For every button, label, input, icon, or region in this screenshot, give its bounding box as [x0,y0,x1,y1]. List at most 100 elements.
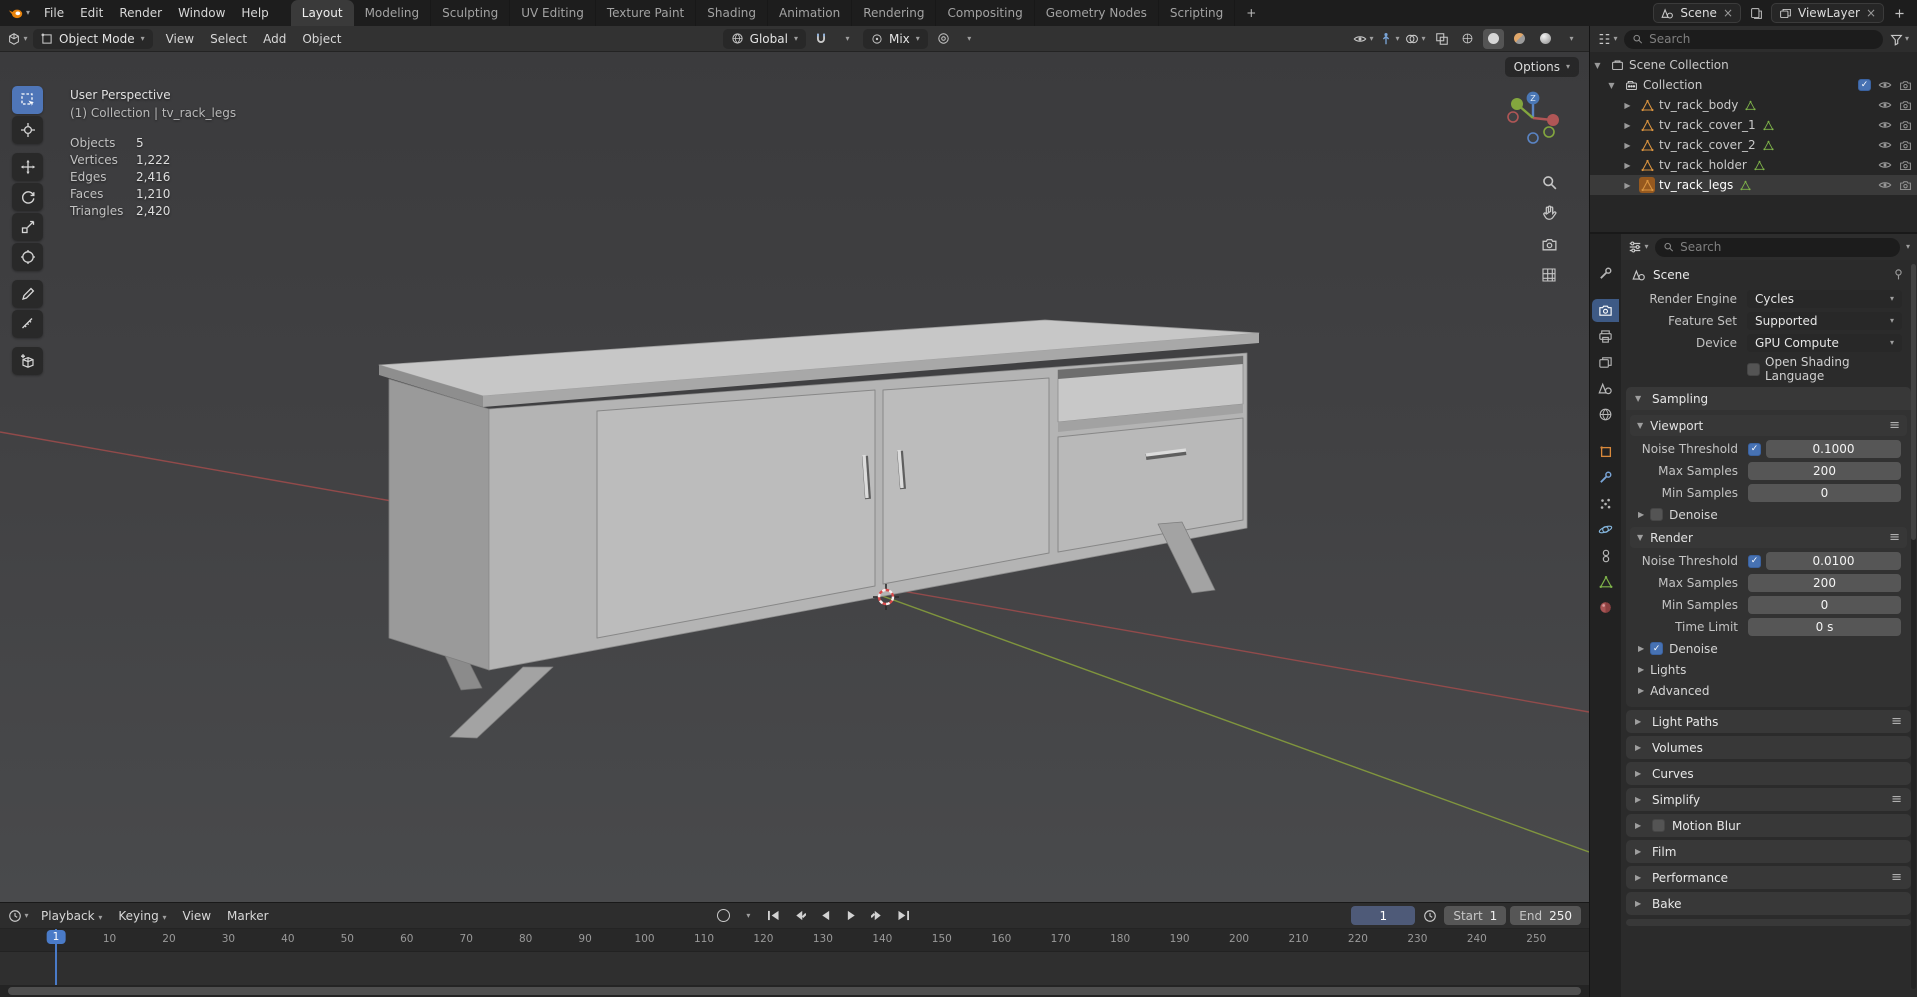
tool-scale[interactable] [12,213,43,241]
viewport-menu-item[interactable]: Select [202,29,255,49]
clock-icon-button[interactable] [1419,906,1440,926]
noise-threshold-field[interactable]: 0.0100 [1766,552,1901,570]
disable-render-camera-icon[interactable] [1899,179,1912,192]
feature-set-dropdown[interactable]: Supported ▾ [1747,312,1902,330]
pin-icon[interactable] [1892,268,1905,281]
options-dropdown[interactable]: Options ▾ [1504,57,1579,77]
panel-menu-icon[interactable]: ≡ [1889,531,1900,544]
hide-viewport-eye-icon[interactable] [1878,98,1892,112]
tool-rotate[interactable] [12,183,43,211]
workspace-tab[interactable]: Layout [290,0,354,26]
hide-viewport-eye-icon[interactable] [1878,158,1892,172]
timeline-ruler[interactable]: 10 20 30 40 50 60 70 80 90 100 110 120 130 140 150 160 1… [0,929,1589,952]
collapsed-panel-header[interactable]: ▶ Bake [1626,892,1911,915]
shading-wireframe-button[interactable] [1457,29,1478,49]
outliner-object-row[interactable]: ▶ tv_rack_legs [1590,175,1917,195]
hide-viewport-eye-icon[interactable] [1878,118,1892,132]
add-workspace-button[interactable]: + [1237,6,1265,20]
tab-world[interactable] [1592,403,1619,426]
tool-measure[interactable] [12,310,43,338]
collapsed-panel-header[interactable]: ▶ Simplify ≡ [1626,788,1911,811]
menubar-item[interactable]: Render [111,3,170,23]
navigation-gizmo[interactable]: Z [1501,86,1565,150]
panel-sampling-header[interactable]: ▼ Sampling [1626,387,1911,410]
chevron-down-icon[interactable]: ▾ [1906,243,1910,251]
workspace-tab[interactable]: Animation [768,0,853,26]
viewport-menu-item[interactable]: Add [255,29,294,49]
expand-arrow-icon[interactable]: ▼ [1590,61,1605,70]
viewport-menu-item[interactable]: View [158,29,202,49]
gizmo-y-negative[interactable] [1543,126,1555,138]
frame-end-field[interactable]: End 250 [1510,906,1582,925]
workspace-tab[interactable]: Texture Paint [596,0,697,26]
timeline-scrollbar-thumb[interactable] [8,987,1581,995]
timeline-menu-item[interactable]: View [175,906,219,926]
collapsed-panel-header[interactable]: ▶ Motion Blur [1626,814,1911,837]
gizmo-z-negative[interactable] [1527,132,1539,144]
shading-dropdown[interactable]: ▾ [1561,29,1582,49]
tv-rack-model[interactable] [378,319,1260,739]
jump-to-end-button[interactable] [893,906,915,926]
zoom-tool-button[interactable] [1537,170,1561,194]
menubar-item[interactable]: Window [170,3,233,23]
noise-threshold-checkbox[interactable]: ✓ [1748,442,1761,456]
timeline-menu-item[interactable]: Keying ▾ [110,906,174,926]
tab-output[interactable] [1592,325,1619,348]
xray-toggle-button[interactable] [1431,29,1452,49]
render-engine-dropdown[interactable]: Cycles ▾ [1747,290,1902,308]
outliner-filter-button[interactable]: ▾ [1889,29,1910,49]
workspace-tab[interactable]: UV Editing [510,0,596,26]
subpanel-render-header[interactable]: ▼ Render ≡ [1630,527,1907,548]
play-button[interactable] [841,906,863,926]
max-samples-field[interactable]: 200 [1748,462,1901,480]
tab-render[interactable] [1592,299,1619,322]
tool-transform[interactable] [12,243,43,271]
panel-menu-icon[interactable]: ≡ [1891,871,1902,884]
proportional-editing-button[interactable] [933,29,954,49]
advanced-subpanel-row[interactable]: ▶ Advanced [1626,680,1911,701]
outliner-search[interactable] [1624,29,1883,49]
scene-selector[interactable]: Scene × [1653,3,1741,23]
playhead-frame-badge[interactable]: 1 [46,930,66,944]
tab-particles[interactable] [1592,492,1619,515]
shading-material-button[interactable] [1509,29,1530,49]
osl-checkbox[interactable] [1747,362,1760,376]
lights-subpanel-row[interactable]: ▶ Lights [1626,659,1911,680]
panel-menu-icon[interactable]: ≡ [1889,419,1900,432]
viewport-denoise-checkbox[interactable] [1650,508,1664,521]
new-scene-button[interactable] [1746,3,1766,23]
properties-search[interactable] [1655,237,1900,257]
viewport-gizmos-dropdown[interactable]: ▾ [1379,29,1400,49]
panel-menu-icon[interactable]: ≡ [1891,793,1902,806]
timeline-menu-item[interactable]: Marker [219,906,276,926]
workspace-tab[interactable]: Modeling [354,0,432,26]
expand-arrow-icon[interactable]: ▶ [1620,181,1635,190]
timeline-editor-type-selector[interactable]: ▾ [8,906,29,926]
collection-exclude-checkbox[interactable]: ✓ [1858,79,1871,91]
device-dropdown[interactable]: GPU Compute ▾ [1747,334,1902,352]
pan-hand-button[interactable] [1537,200,1561,224]
render-denoise-checkbox[interactable]: ✓ [1650,642,1664,655]
tab-object-data[interactable] [1592,570,1619,593]
workspace-tab[interactable]: Sculpting [431,0,511,26]
jump-prev-keyframe-button[interactable] [789,906,811,926]
mode-dropdown[interactable]: Object Mode ▾ [33,28,153,49]
timeline-tracks-area[interactable] [0,952,1589,985]
collapsed-panel-header[interactable]: ▶ Light Paths ≡ [1626,710,1911,733]
hide-viewport-eye-icon[interactable] [1878,78,1892,92]
new-viewlayer-button[interactable] [1889,3,1909,23]
tab-object[interactable] [1592,440,1619,463]
noise-threshold-checkbox[interactable]: ✓ [1748,554,1761,568]
tab-scene[interactable] [1592,377,1619,400]
outliner-object-row[interactable]: ▶ tv_rack_cover_1 [1590,115,1917,135]
tab-constraints[interactable] [1592,544,1619,567]
outliner-object-row[interactable]: ▶ tv_rack_cover_2 [1590,135,1917,155]
gizmo-x-negative[interactable] [1507,111,1519,123]
disable-render-camera-icon[interactable] [1899,119,1912,132]
tool-add-cube[interactable] [12,347,43,375]
frame-start-field[interactable]: Start 1 [1444,906,1507,925]
shading-rendered-button[interactable] [1535,29,1556,49]
gizmo-y-axis[interactable] [1511,98,1523,110]
viewport-overlays-dropdown[interactable]: ▾ [1405,29,1426,49]
timeline-menu-item[interactable]: Playback ▾ [33,906,110,926]
